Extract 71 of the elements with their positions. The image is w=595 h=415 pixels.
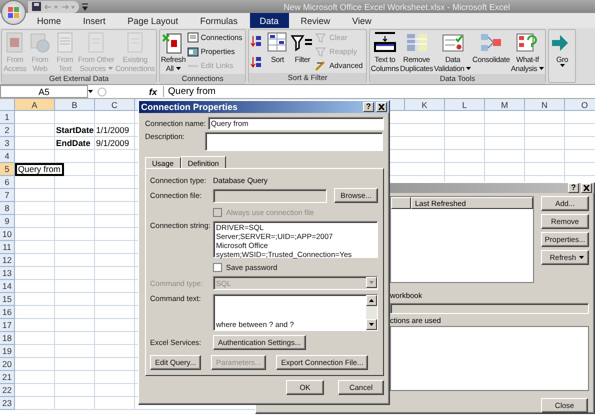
window-title: Connection Properties — [141, 102, 238, 112]
row-header[interactable]: 2 — [0, 124, 15, 137]
table-cell-text: EndDate — [55, 137, 92, 150]
ribbon-tab[interactable]: View — [342, 13, 382, 28]
row-header[interactable]: 4 — [0, 150, 15, 163]
row-header[interactable]: 23 — [0, 397, 15, 410]
close-button[interactable] — [581, 183, 592, 193]
text-to-columns-icon — [372, 31, 397, 55]
formula-field[interactable]: Query from — [163, 86, 595, 97]
office-logo-icon — [7, 6, 20, 19]
row-header[interactable]: 17 — [0, 319, 15, 332]
row-header[interactable]: 5 — [0, 163, 15, 176]
table-cell-text: 9/1/2009 — [95, 137, 130, 150]
name-box[interactable]: A5 — [0, 85, 88, 98]
row-header[interactable]: 18 — [0, 332, 15, 345]
ribbon-tab[interactable]: Page Layout — [118, 13, 188, 28]
ribbon-tab[interactable]: Home — [27, 13, 72, 28]
row-header[interactable]: 13 — [0, 267, 15, 280]
row-header[interactable]: 7 — [0, 189, 15, 202]
ribbon-tab[interactable]: Review — [290, 13, 340, 28]
scroll-up-icon — [369, 299, 374, 302]
scroll-down-icon — [369, 323, 374, 326]
row-header[interactable]: 14 — [0, 280, 15, 293]
connections-icon — [186, 32, 199, 44]
row-header[interactable]: 11 — [0, 241, 15, 254]
row-header[interactable]: 19 — [0, 345, 15, 358]
row-header[interactable]: 20 — [0, 358, 15, 371]
column-header[interactable]: M — [485, 99, 525, 111]
customize-toolbar-icon[interactable] — [82, 2, 88, 11]
row-header[interactable]: 22 — [0, 384, 15, 397]
caret-icon — [369, 281, 374, 284]
help-button[interactable]: ? — [568, 183, 579, 193]
row-header[interactable]: 21 — [0, 371, 15, 384]
input-field[interactable] — [390, 303, 589, 314]
row-header[interactable]: 3 — [0, 137, 15, 150]
row-header[interactable]: 9 — [0, 215, 15, 228]
properties-icon — [186, 46, 199, 58]
row-header[interactable]: 12 — [0, 254, 15, 267]
input-field[interactable] — [205, 132, 383, 151]
ribbon-tab[interactable]: Insert — [73, 13, 116, 28]
row-header[interactable]: 1 — [0, 111, 15, 124]
column-header[interactable]: A — [15, 99, 55, 111]
column-header[interactable]: O — [565, 99, 595, 111]
advanced-filter-icon — [315, 60, 328, 72]
save-icon[interactable] — [32, 2, 41, 11]
caret-icon — [88, 90, 93, 93]
clear-filter-icon — [315, 32, 328, 44]
row-header[interactable]: 8 — [0, 202, 15, 215]
row-header[interactable]: 10 — [0, 228, 15, 241]
reapply-icon — [315, 46, 328, 58]
row-header[interactable]: 6 — [0, 176, 15, 189]
column-header[interactable] — [391, 197, 411, 209]
function-button[interactable]: fx — [149, 86, 158, 96]
table-cell: Query from — [15, 163, 64, 176]
window-title: New Microsoft Office Excel Worksheet.xlsx - Microsoft Excel — [284, 2, 510, 12]
column-header[interactable]: C — [95, 99, 135, 111]
column-header[interactable]: L — [445, 99, 485, 111]
circle-icon — [97, 86, 107, 96]
ribbon-tab[interactable]: Formulas — [190, 13, 248, 28]
column-header[interactable]: B — [55, 99, 95, 111]
close-button[interactable] — [376, 102, 387, 112]
help-button[interactable]: ? — [363, 102, 374, 112]
table-cell: StartDate — [55, 124, 95, 137]
input-field[interactable] — [213, 188, 328, 202]
column-header[interactable]: K — [405, 99, 445, 111]
ribbon-tab[interactable]: Data — [250, 13, 289, 28]
row-header[interactable]: 15 — [0, 293, 15, 306]
column-header[interactable]: N — [525, 99, 565, 111]
table-cell-text: 1/1/2009 — [95, 124, 130, 137]
checkbox[interactable] — [213, 263, 222, 272]
row-header[interactable]: 16 — [0, 306, 15, 319]
